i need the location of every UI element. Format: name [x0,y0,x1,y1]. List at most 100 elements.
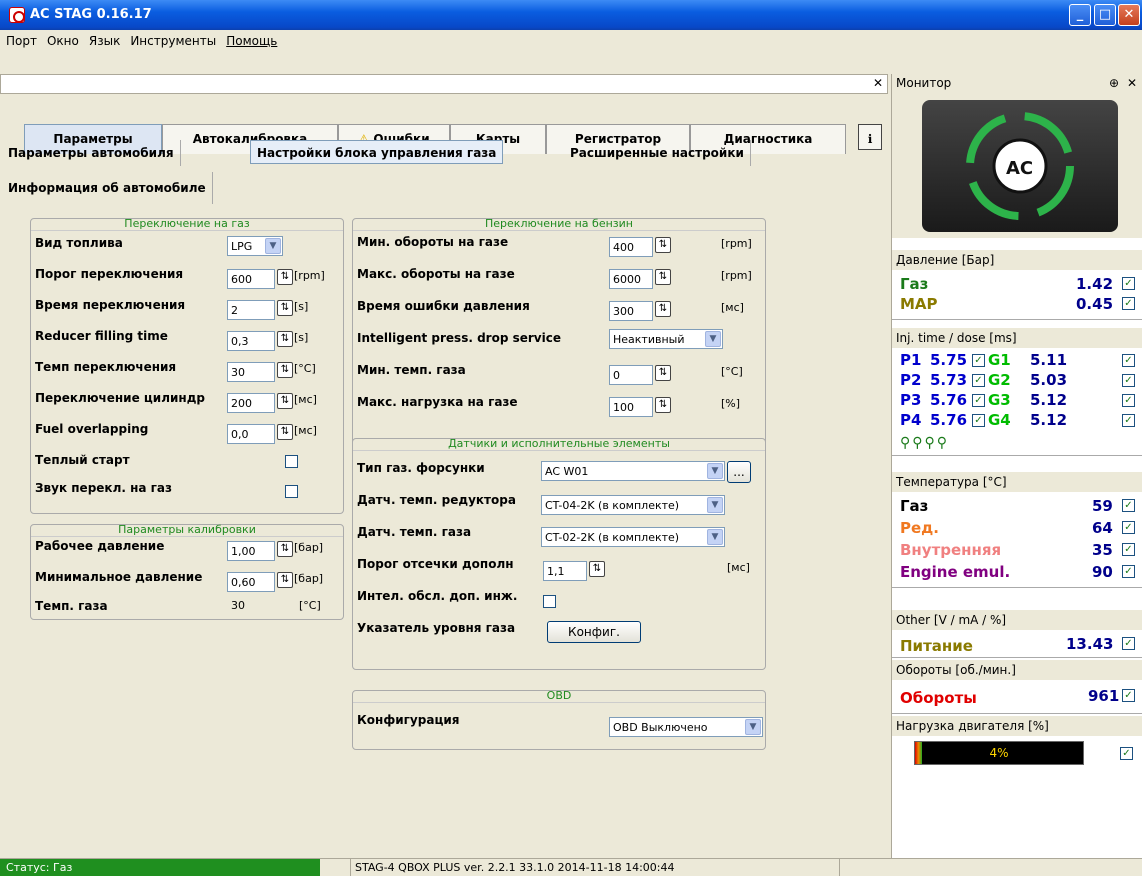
chevron-down-icon[interactable]: ▼ [707,529,723,545]
menu-language[interactable]: Язык [83,30,124,48]
inj-g-checkbox[interactable]: ✓ [1122,374,1135,387]
engine-load-checkbox[interactable]: ✓ [1120,747,1133,760]
inj-g-value: 5.11 [1030,351,1068,369]
inj-g-checkbox[interactable]: ✓ [1122,394,1135,407]
inj-p-checkbox[interactable]: ✓ [972,394,985,407]
unit-label: [rpm] [721,237,752,250]
inj-p-value: 5.73 [930,371,968,389]
map-checkbox[interactable]: ✓ [1122,297,1135,310]
spin-icon[interactable]: ⇅ [655,365,671,381]
injector-more-button[interactable]: ... [727,461,751,483]
inj-g-label: G3 [988,391,1011,409]
subtab-ecu-settings[interactable]: Настройки блока управления газа [250,140,504,164]
work-pressure-input[interactable]: 1,00 [227,541,275,561]
menu-bar: Порт Окно Язык Инструменты Помощь [0,30,1142,52]
switch-sound-label: Звук перекл. на газ [35,481,172,495]
chevron-down-icon[interactable]: ▼ [265,238,281,254]
inj-p-checkbox[interactable]: ✓ [972,354,985,367]
inj-p-value: 5.75 [930,351,968,369]
cylinder-switch-input[interactable]: 200 [227,393,275,413]
rpm-checkbox[interactable]: ✓ [1122,689,1135,702]
chevron-down-icon[interactable]: ▼ [707,497,723,513]
spin-icon[interactable]: ⇅ [655,237,671,253]
spin-icon[interactable]: ⇅ [277,572,293,588]
chevron-down-icon[interactable]: ▼ [745,719,761,735]
chevron-down-icon[interactable]: ▼ [705,331,721,347]
injector-type-select[interactable]: AC W01 [541,461,725,481]
minimize-button[interactable]: _ [1069,4,1091,26]
close-button[interactable]: ✕ [1118,4,1140,26]
spin-icon[interactable]: ⇅ [277,424,293,440]
switch-temp-input[interactable]: 30 [227,362,275,382]
temp-reducer-checkbox[interactable]: ✓ [1122,521,1135,534]
obd-config-select[interactable]: OBD Выключено [609,717,763,737]
spin-icon[interactable]: ⇅ [277,541,293,557]
load-panel: 4% ✓ [892,736,1142,768]
min-rpm-input[interactable]: 400 [609,237,653,257]
temp-emul-label: Engine emul. [900,563,1011,581]
maximize-button[interactable]: □ [1094,4,1116,26]
spin-icon[interactable]: ⇅ [589,561,605,577]
gas-pressure-checkbox[interactable]: ✓ [1122,277,1135,290]
max-rpm-input[interactable]: 6000 [609,269,653,289]
min-pressure-input[interactable]: 0,60 [227,572,275,592]
spin-icon[interactable]: ⇅ [277,269,293,285]
unit-label: [s] [294,300,309,313]
close-icon[interactable]: ✕ [1127,76,1137,90]
reducer-temp-select[interactable]: CT-04-2K (в комплекте) [541,495,725,515]
map-label: MAP [900,295,938,313]
inj-p-checkbox[interactable]: ✓ [972,414,985,427]
help-icon[interactable]: ℹ [858,124,882,150]
spin-icon[interactable]: ⇅ [655,301,671,317]
inj-p-value: 5.76 [930,391,968,409]
temp-gas-checkbox[interactable]: ✓ [1122,499,1135,512]
menu-tools[interactable]: Инструменты [124,30,220,48]
injector-type-label: Тип газ. форсунки [357,461,485,475]
menu-window[interactable]: Окно [41,30,83,48]
menu-port[interactable]: Порт [0,30,41,48]
temp-emul-checkbox[interactable]: ✓ [1122,565,1135,578]
intel-injector-checkbox[interactable] [543,595,556,608]
temp-internal-checkbox[interactable]: ✓ [1122,543,1135,556]
subtab-car-params[interactable]: Параметры автомобиля [2,140,181,166]
max-load-input[interactable]: 100 [609,397,653,417]
unit-label: [°C] [294,362,316,375]
gas-temp-label: Темп. газа [35,599,108,613]
unit-label: [мс] [294,393,317,406]
switch-time-input[interactable]: 2 [227,300,275,320]
inj-p-label: P1 [900,351,922,369]
cutoff-threshold-label: Порог отсечки дополн [357,557,514,571]
cutoff-threshold-input[interactable]: 1,1 [543,561,587,581]
rpm-label: Обороты [900,689,977,707]
spin-icon[interactable]: ⇅ [277,300,293,316]
fuel-overlap-input[interactable]: 0,0 [227,424,275,444]
subtab-car-info[interactable]: Информация об автомобиле [2,172,213,204]
inj-p-value: 5.76 [930,411,968,429]
max-load-label: Макс. нагрузка на газе [357,395,518,409]
menu-help[interactable]: Помощь [220,30,281,48]
pressure-error-input[interactable]: 300 [609,301,653,321]
other-panel: Питание 13.43 ✓ [892,630,1142,658]
threshold-input[interactable]: 600 [227,269,275,289]
spin-icon[interactable]: ⇅ [655,397,671,413]
chevron-down-icon[interactable]: ▼ [707,463,723,479]
intelligent-drop-label: Intelligent press. drop service [357,331,561,345]
spin-icon[interactable]: ⇅ [277,362,293,378]
pin-icon[interactable]: ⊕ [1109,76,1119,90]
power-checkbox[interactable]: ✓ [1122,637,1135,650]
status-device-info: STAG-4 QBOX PLUS ver. 2.2.1 33.1.0 2014-… [350,859,840,876]
spin-icon[interactable]: ⇅ [277,331,293,347]
reducer-filling-input[interactable]: 0,3 [227,331,275,351]
warm-start-checkbox[interactable] [285,455,298,468]
subtab-advanced[interactable]: Расширенные настройки [564,140,751,166]
inj-g-checkbox[interactable]: ✓ [1122,414,1135,427]
spin-icon[interactable]: ⇅ [655,269,671,285]
inj-g-checkbox[interactable]: ✓ [1122,354,1135,367]
switch-sound-checkbox[interactable] [285,485,298,498]
close-doc-icon[interactable]: ✕ [873,76,883,90]
gas-temp-sensor-select[interactable]: CT-02-2K (в комплекте) [541,527,725,547]
config-button[interactable]: Конфиг. [547,621,641,643]
spin-icon[interactable]: ⇅ [277,393,293,409]
inj-p-checkbox[interactable]: ✓ [972,374,985,387]
min-gas-temp-input[interactable]: 0 [609,365,653,385]
